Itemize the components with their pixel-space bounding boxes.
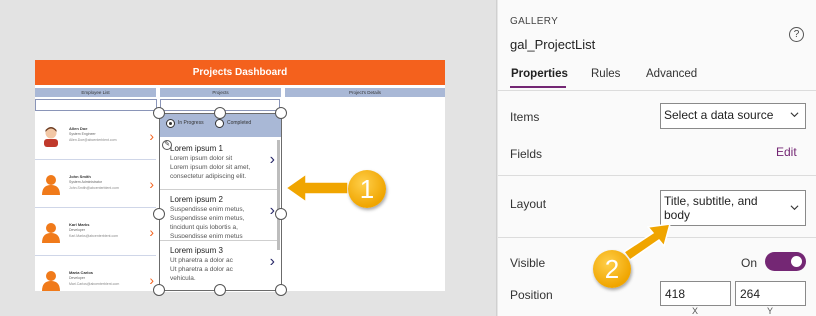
callout-2: 2 (593, 250, 631, 288)
resize-handle-bottom-left[interactable] (153, 284, 165, 296)
employee-search-input[interactable] (35, 99, 157, 111)
pencil-icon[interactable]: ✎ (162, 140, 172, 150)
position-y-input[interactable]: 264 (735, 281, 806, 306)
person-avatar-icon (42, 271, 60, 291)
employee-row[interactable]: Allen Doe System Engineer Allen.Doe@abce… (35, 113, 156, 160)
employee-name: John Smith (69, 174, 91, 179)
chevron-down-icon (790, 112, 799, 118)
employee-email: Karl.Marks@abcenterblent.com (69, 234, 119, 238)
callout-1: 1 (348, 170, 386, 208)
fields-edit-link[interactable]: Edit (776, 145, 797, 159)
employee-role: Developer (69, 276, 85, 280)
layout-label: Layout (510, 197, 547, 211)
employee-email: John.Smith@abcenterblent.com (69, 186, 119, 190)
position-y-axis-label: Y (767, 306, 774, 316)
items-label: Items (510, 110, 540, 124)
items-dropdown[interactable]: Select a data source (660, 103, 806, 129)
position-x-input[interactable]: 418 (660, 281, 731, 306)
employee-role: System Engineer (69, 132, 96, 136)
employee-row[interactable]: John Smith System Administrator John.Smi… (35, 161, 156, 208)
layout-dropdown[interactable]: Title, subtitle, and body (660, 190, 806, 226)
divider (498, 175, 816, 176)
resize-handle-top-right[interactable] (275, 107, 287, 119)
employee-name: Allen Doe (69, 126, 88, 131)
app-title-bar: Projects Dashboard (35, 60, 445, 85)
person-avatar-icon (42, 223, 60, 243)
resize-handle-top[interactable] (214, 107, 226, 119)
resize-handle-bottom-right[interactable] (275, 284, 287, 296)
projects-header: Projects (160, 88, 281, 97)
employee-role: System Administrator (69, 180, 103, 184)
chevron-right-icon[interactable]: › (149, 177, 154, 191)
employee-name: Karl Marks (69, 222, 90, 227)
selection-frame (159, 113, 282, 291)
layout-value: Title, subtitle, and body (664, 194, 758, 222)
tab-advanced[interactable]: Advanced (646, 68, 697, 80)
tab-rules[interactable]: Rules (591, 68, 620, 80)
employee-list-header: Employee List (35, 88, 156, 97)
employee-row[interactable]: Karl Marks Developer Karl.Marks@abcenter… (35, 209, 156, 256)
employee-email: Mari.Carlos@abcenterblent.com (69, 282, 120, 286)
chevron-right-icon[interactable]: › (149, 273, 154, 287)
position-label: Position (510, 288, 553, 302)
tab-properties[interactable]: Properties (511, 68, 568, 80)
properties-pane: GALLERY gal_ProjectList ? Properties Rul… (498, 0, 816, 316)
design-canvas[interactable]: Projects Dashboard Employee List Project… (0, 0, 497, 316)
chevron-right-icon[interactable]: › (149, 129, 154, 143)
resize-handle-top-left[interactable] (153, 107, 165, 119)
visible-state-text: On (741, 256, 758, 270)
active-tab-indicator (510, 86, 566, 88)
chevron-right-icon[interactable]: › (149, 225, 154, 239)
toggle-knob (791, 256, 802, 267)
employee-email: Allen.Doe@abcenterblent.com (69, 138, 117, 142)
resize-handle-right[interactable] (275, 208, 287, 220)
divider (498, 90, 816, 91)
person-avatar-icon (42, 175, 60, 195)
items-value: Select a data source (664, 108, 774, 122)
project-details-header: Project's Details (285, 88, 445, 97)
position-x-axis-label: X (692, 306, 699, 316)
male-avatar-icon (44, 127, 58, 147)
question-mark-icon[interactable]: ? (789, 27, 804, 42)
employee-row[interactable]: Maria Carlos Developer Mari.Carlos@abcen… (35, 257, 156, 291)
resize-handle-left[interactable] (153, 208, 165, 220)
callout-arrow-icon (284, 172, 349, 204)
visible-label: Visible (510, 256, 546, 270)
employee-role: Developer (69, 228, 85, 232)
chevron-down-icon (790, 205, 799, 211)
control-name[interactable]: gal_ProjectList (510, 37, 595, 52)
employee-name: Maria Carlos (69, 270, 94, 275)
resize-handle-bottom[interactable] (214, 284, 226, 296)
fields-label: Fields (510, 147, 543, 161)
control-type-label: GALLERY (510, 16, 559, 27)
visible-toggle[interactable] (765, 252, 806, 271)
